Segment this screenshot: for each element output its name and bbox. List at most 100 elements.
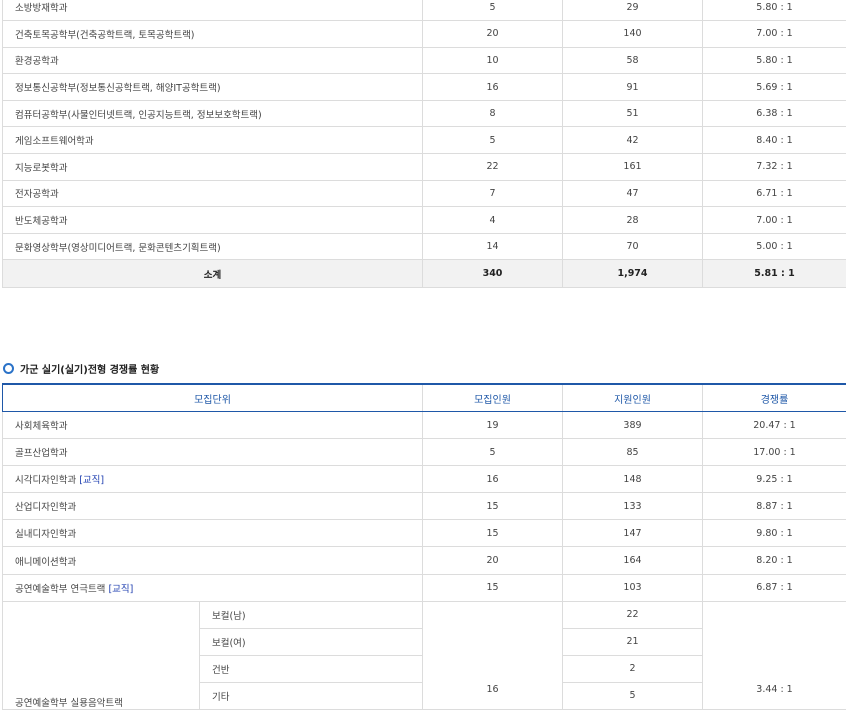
table-row: 건축토목공학부(건축공학트랙, 토목공학트랙) 20 140 7.00 : 1 (3, 21, 846, 48)
table-row: 게임소프트웨어학과 5 42 8.40 : 1 (3, 127, 846, 154)
music-unit-cell: 공연예술학부 실용음악트랙 (3, 601, 200, 709)
unit-cell: 시각디자인학과 [교직] (3, 466, 423, 493)
quota-cell: 15 (423, 493, 563, 520)
applicants-cell: 91 (563, 74, 703, 101)
table-row: 애니메이션학과 20 164 8.20 : 1 (3, 547, 846, 574)
table-row: 공연예술학부 연극트랙 [교직] 15 103 6.87 : 1 (3, 574, 846, 601)
quota-cell: 14 (423, 233, 563, 260)
ratio-cell: 5.80 : 1 (703, 47, 846, 74)
quota-cell: 20 (423, 547, 563, 574)
applicants-cell: 85 (563, 439, 703, 466)
table-row: 실내디자인학과 15 147 9.80 : 1 (3, 520, 846, 547)
quota-cell: 15 (423, 574, 563, 601)
sub-unit-cell: 건반 (200, 655, 423, 682)
applicants-cell: 5 (563, 682, 703, 709)
applicants-cell: 70 (563, 233, 703, 260)
header-applicants: 지원인원 (563, 384, 703, 412)
music-quota-cell: 16 (423, 601, 563, 709)
unit-cell: 환경공학과 (3, 47, 423, 74)
competition-table-2: 모집단위 모집인원 지원인원 경쟁률 사회체육학과 19 389 20.47 :… (2, 383, 846, 710)
unit-cell: 소방방재학과 (3, 0, 423, 21)
ratio-cell: 9.25 : 1 (703, 466, 846, 493)
section-heading: 가군 실기(실기)전형 경쟁률 현황 (3, 360, 159, 376)
ratio-cell: 6.87 : 1 (703, 574, 846, 601)
header-quota: 모집인원 (423, 384, 563, 412)
applicants-cell: 51 (563, 100, 703, 127)
unit-cell: 골프산업학과 (3, 439, 423, 466)
unit-cell: 문화영상학부(영상미디어트랙, 문화콘텐츠기획트랙) (3, 233, 423, 260)
applicants-cell: 28 (563, 207, 703, 234)
table-row: 골프산업학과 5 85 17.00 : 1 (3, 439, 846, 466)
ratio-cell: 5.00 : 1 (703, 233, 846, 260)
unit-name: 공연예술학부 연극트랙 (15, 584, 105, 595)
applicants-cell: 164 (563, 547, 703, 574)
quota-cell: 4 (423, 207, 563, 234)
ratio-cell: 6.38 : 1 (703, 100, 846, 127)
unit-cell: 산업디자인학과 (3, 493, 423, 520)
unit-cell: 전자공학과 (3, 180, 423, 207)
applicants-cell: 133 (563, 493, 703, 520)
table-row: 전자공학과 7 47 6.71 : 1 (3, 180, 846, 207)
applicants-cell: 148 (563, 466, 703, 493)
table-row: 반도체공학과 4 28 7.00 : 1 (3, 207, 846, 234)
applicants-cell: 140 (563, 21, 703, 48)
ratio-cell: 9.80 : 1 (703, 520, 846, 547)
ratio-cell: 20.47 : 1 (703, 412, 846, 439)
unit-cell: 정보통신공학부(정보통신공학트랙, 해양IT공학트랙) (3, 74, 423, 101)
table-row: 시각디자인학과 [교직] 16 148 9.25 : 1 (3, 466, 846, 493)
unit-cell: 게임소프트웨어학과 (3, 127, 423, 154)
ratio-cell: 8.40 : 1 (703, 127, 846, 154)
applicants-cell: 161 (563, 154, 703, 181)
applicants-cell: 47 (563, 180, 703, 207)
quota-cell: 7 (423, 180, 563, 207)
music-ratio-cell: 3.44 : 1 (703, 601, 846, 709)
unit-cell: 애니메이션학과 (3, 547, 423, 574)
competition-table-1: 소방방재학과 5 29 5.80 : 1 건축토목공학부(건축공학트랙, 토목공… (2, 0, 846, 288)
unit-cell: 반도체공학과 (3, 207, 423, 234)
subtotal-label: 소계 (3, 260, 423, 288)
table-row: 지능로봇학과 22 161 7.32 : 1 (3, 154, 846, 181)
table-row: 사회체육학과 19 389 20.47 : 1 (3, 412, 846, 439)
applicants-cell: 2 (563, 655, 703, 682)
header-unit: 모집단위 (3, 384, 423, 412)
unit-cell: 실내디자인학과 (3, 520, 423, 547)
ratio-cell: 8.87 : 1 (703, 493, 846, 520)
table-header-row: 모집단위 모집인원 지원인원 경쟁률 (3, 384, 846, 412)
applicants-cell: 29 (563, 0, 703, 21)
teaching-course-link[interactable]: [교직] (79, 475, 104, 486)
table-row: 컴퓨터공학부(사물인터넷트랙, 인공지능트랙, 정보보호학트랙) 8 51 6.… (3, 100, 846, 127)
subtotal-row: 소계 340 1,974 5.81 : 1 (3, 260, 846, 288)
ratio-cell: 7.00 : 1 (703, 207, 846, 234)
ratio-cell: 17.00 : 1 (703, 439, 846, 466)
quota-cell: 5 (423, 127, 563, 154)
applicants-cell: 58 (563, 47, 703, 74)
applicants-cell: 389 (563, 412, 703, 439)
ratio-cell: 7.32 : 1 (703, 154, 846, 181)
bullet-circle-icon (3, 363, 14, 374)
quota-cell: 19 (423, 412, 563, 439)
table-row: 공연예술학부 실용음악트랙 보컬(남) 16 22 3.44 : 1 (3, 601, 846, 628)
quota-cell: 8 (423, 100, 563, 127)
applicants-cell: 147 (563, 520, 703, 547)
unit-cell: 건축토목공학부(건축공학트랙, 토목공학트랙) (3, 21, 423, 48)
quota-cell: 10 (423, 47, 563, 74)
section-title: 가군 실기(실기)전형 경쟁률 현황 (20, 361, 159, 376)
teaching-course-link[interactable]: [교직] (108, 584, 133, 595)
quota-cell: 5 (423, 0, 563, 21)
sub-unit-cell: 보컬(여) (200, 628, 423, 655)
quota-cell: 15 (423, 520, 563, 547)
table-row: 환경공학과 10 58 5.80 : 1 (3, 47, 846, 74)
subtotal-ratio: 5.81 : 1 (703, 260, 846, 288)
applicants-cell: 21 (563, 628, 703, 655)
quota-cell: 16 (423, 466, 563, 493)
table-row: 소방방재학과 5 29 5.80 : 1 (3, 0, 846, 21)
subtotal-applicants: 1,974 (563, 260, 703, 288)
applicants-cell: 103 (563, 574, 703, 601)
unit-cell: 사회체육학과 (3, 412, 423, 439)
quota-cell: 5 (423, 439, 563, 466)
quota-cell: 20 (423, 21, 563, 48)
quota-cell: 22 (423, 154, 563, 181)
unit-name: 시각디자인학과 (15, 475, 76, 486)
ratio-cell: 6.71 : 1 (703, 180, 846, 207)
applicants-cell: 22 (563, 601, 703, 628)
